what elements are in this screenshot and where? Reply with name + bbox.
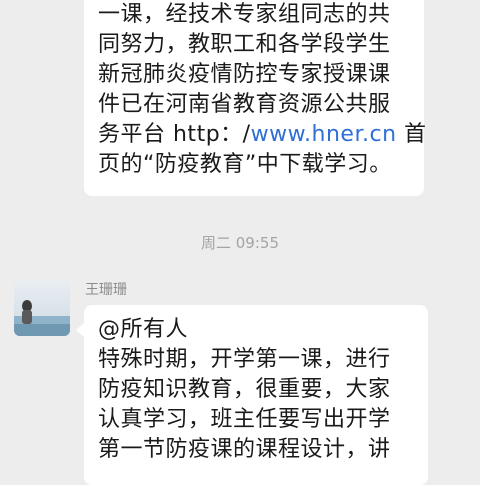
message-line: 新冠肺炎疫情防控专家授课课 [98, 62, 391, 87]
message-text: 务平台 http：/ [98, 122, 251, 147]
avatar-image [14, 280, 70, 336]
message-line: 件已在河南省教育资源公共服 [98, 92, 391, 117]
chat-view: 一课，经技术专家组同志的共 同努力，教职工和各学段学生 新冠肺炎疫情防控专家授课… [0, 0, 480, 485]
message-line: 防疫知识教育，很重要，大家 [98, 377, 391, 402]
message-line: 特殊时期，开学第一课，进行 [98, 347, 391, 372]
sender-name: 王珊珊 [85, 282, 127, 298]
website-link[interactable]: www.hner.cn [251, 122, 397, 147]
message-line: 同努力，教职工和各学段学生 [98, 32, 391, 57]
message-line-with-link: 务平台 http：/www.hner.cn 首 [98, 120, 427, 150]
message-line: 第一节防疫课的课程设计，讲 [98, 437, 391, 462]
avatar[interactable] [14, 280, 70, 336]
message-timestamp: 周二 09:55 [201, 234, 279, 252]
message-text: 首 [396, 122, 427, 147]
message-line: 页的“防疫教育”中下载学习。 [98, 152, 392, 177]
message-bubble-previous[interactable]: 一课，经技术专家组同志的共 同努力，教职工和各学段学生 新冠肺炎疫情防控专家授课… [84, 0, 427, 196]
message-line: 认真学习，班主任要写出开学 [98, 407, 391, 432]
message-bubble[interactable]: @所有人 特殊时期，开学第一课，进行 防疫知识教育，很重要，大家 认真学习，班主… [76, 305, 428, 485]
message-line: 一课，经技术专家组同志的共 [98, 2, 391, 27]
message-line: @所有人 [98, 317, 189, 342]
